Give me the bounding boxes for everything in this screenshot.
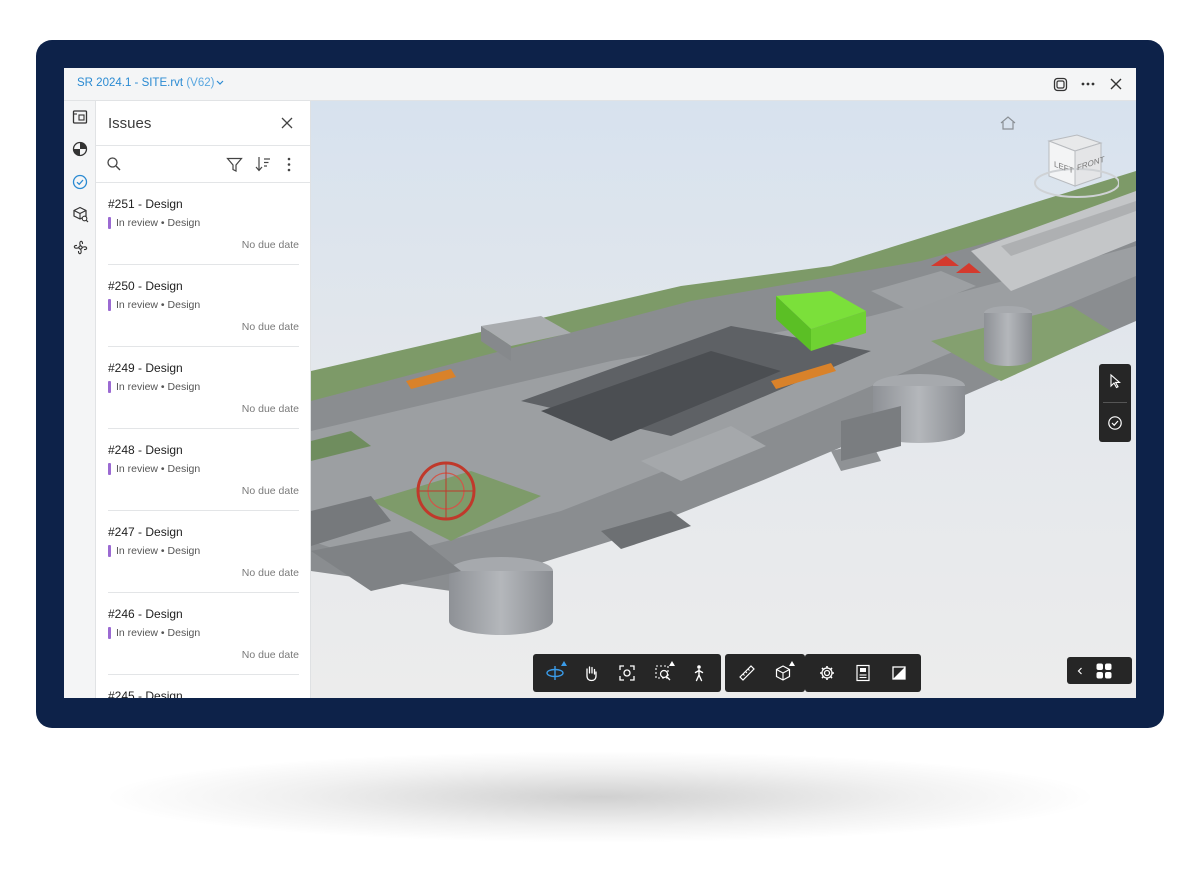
issue-card[interactable]: #251 - Design In review • Design No due … (96, 183, 310, 265)
issue-card[interactable]: #249 - Design In review • Design No due … (96, 347, 310, 429)
issue-card[interactable]: #245 - Design (96, 675, 310, 698)
issue-title: #246 - Design (108, 607, 183, 621)
issue-due-date: No due date (241, 649, 299, 661)
issue-title: #248 - Design (108, 443, 183, 457)
issue-due-date: No due date (241, 403, 299, 415)
issue-title: #250 - Design (108, 279, 183, 293)
issue-due-date: No due date (241, 485, 299, 497)
search-icon[interactable] (106, 156, 122, 172)
issue-title: #251 - Design (108, 197, 183, 211)
issue-due-date: No due date (241, 321, 299, 333)
measure-toolbar (725, 654, 805, 692)
filter-icon[interactable] (226, 156, 243, 173)
status-indicator (108, 545, 111, 557)
issues-icon[interactable] (70, 172, 90, 192)
issue-status: In review • Design (116, 217, 201, 229)
status-indicator (108, 299, 111, 311)
fit-to-view-icon[interactable] (609, 658, 645, 688)
status-indicator (108, 463, 111, 475)
sort-icon[interactable] (254, 155, 272, 173)
issue-title: #247 - Design (108, 525, 183, 539)
title-bar: SR 2024.1 - SITE.rvt (V62) (64, 68, 1136, 101)
app-window: SR 2024.1 - SITE.rvt (V62) Issues #251 -… (64, 68, 1136, 698)
divider (1103, 402, 1127, 403)
zoom-window-icon[interactable] (645, 658, 681, 688)
create-issue-icon[interactable] (1105, 413, 1125, 433)
sheets-icon[interactable] (70, 107, 90, 127)
model-icon[interactable] (70, 139, 90, 159)
select-cursor-icon[interactable] (1105, 371, 1125, 391)
issue-title: #249 - Design (108, 361, 183, 375)
issue-card[interactable]: #250 - Design In review • Design No due … (96, 265, 310, 347)
file-title[interactable]: SR 2024.1 - SITE.rvt (V62) (77, 77, 214, 89)
left-rail (64, 101, 96, 698)
issue-due-date: No due date (241, 567, 299, 579)
settings-icon[interactable] (809, 658, 845, 688)
grid-icon (1096, 663, 1112, 678)
view-cube[interactable]: LEFT FRONT (1029, 131, 1120, 201)
issues-panel: Issues #251 - Design In review • Design … (96, 101, 311, 698)
status-indicator (108, 217, 111, 229)
issue-title: #245 - Design (108, 689, 183, 698)
issue-card[interactable]: #247 - Design In review • Design No due … (96, 511, 310, 593)
more-vertical-icon[interactable] (284, 156, 294, 173)
file-version: (V62) (186, 77, 215, 89)
measure-icon[interactable] (729, 658, 765, 688)
close-icon[interactable] (278, 114, 296, 132)
divider (96, 145, 310, 146)
first-person-icon[interactable] (681, 658, 717, 688)
properties-icon[interactable] (845, 658, 881, 688)
chevron-left-icon (1077, 667, 1082, 674)
side-toolbar (1099, 364, 1131, 442)
orbit-icon[interactable] (537, 658, 573, 688)
model-browser-toggle[interactable] (1067, 657, 1132, 684)
panel-title: Issues (108, 115, 152, 132)
status-indicator (108, 381, 111, 393)
home-icon[interactable] (999, 115, 1017, 131)
site-model (311, 171, 1136, 635)
issue-card[interactable]: #248 - Design In review • Design No due … (96, 429, 310, 511)
dropdown-flag (561, 661, 567, 666)
dropdown-flag (789, 661, 795, 666)
issue-status: In review • Design (116, 627, 201, 639)
dropdown-flag (669, 661, 675, 666)
issue-status: In review • Design (116, 463, 201, 475)
more-horizontal-icon[interactable] (1078, 74, 1098, 94)
status-indicator (108, 627, 111, 639)
chevron-down-icon[interactable] (214, 76, 226, 88)
view-mode-icon[interactable] (1050, 74, 1070, 94)
section-box-icon[interactable] (765, 658, 801, 688)
model-viewport[interactable]: LEFT FRONT (311, 101, 1136, 698)
issue-due-date: No due date (241, 239, 299, 251)
explode-icon[interactable] (881, 658, 917, 688)
navigation-toolbar (533, 654, 721, 692)
issue-status: In review • Design (116, 545, 201, 557)
issue-status: In review • Design (116, 299, 201, 311)
objects-icon[interactable] (70, 204, 90, 224)
settings-toolbar (805, 654, 921, 692)
device-shadow (110, 752, 1090, 842)
issue-status: In review • Design (116, 381, 201, 393)
issue-card[interactable]: #246 - Design In review • Design No due … (96, 593, 310, 675)
systems-icon[interactable] (70, 237, 90, 257)
close-icon[interactable] (1106, 74, 1126, 94)
pan-icon[interactable] (573, 658, 609, 688)
